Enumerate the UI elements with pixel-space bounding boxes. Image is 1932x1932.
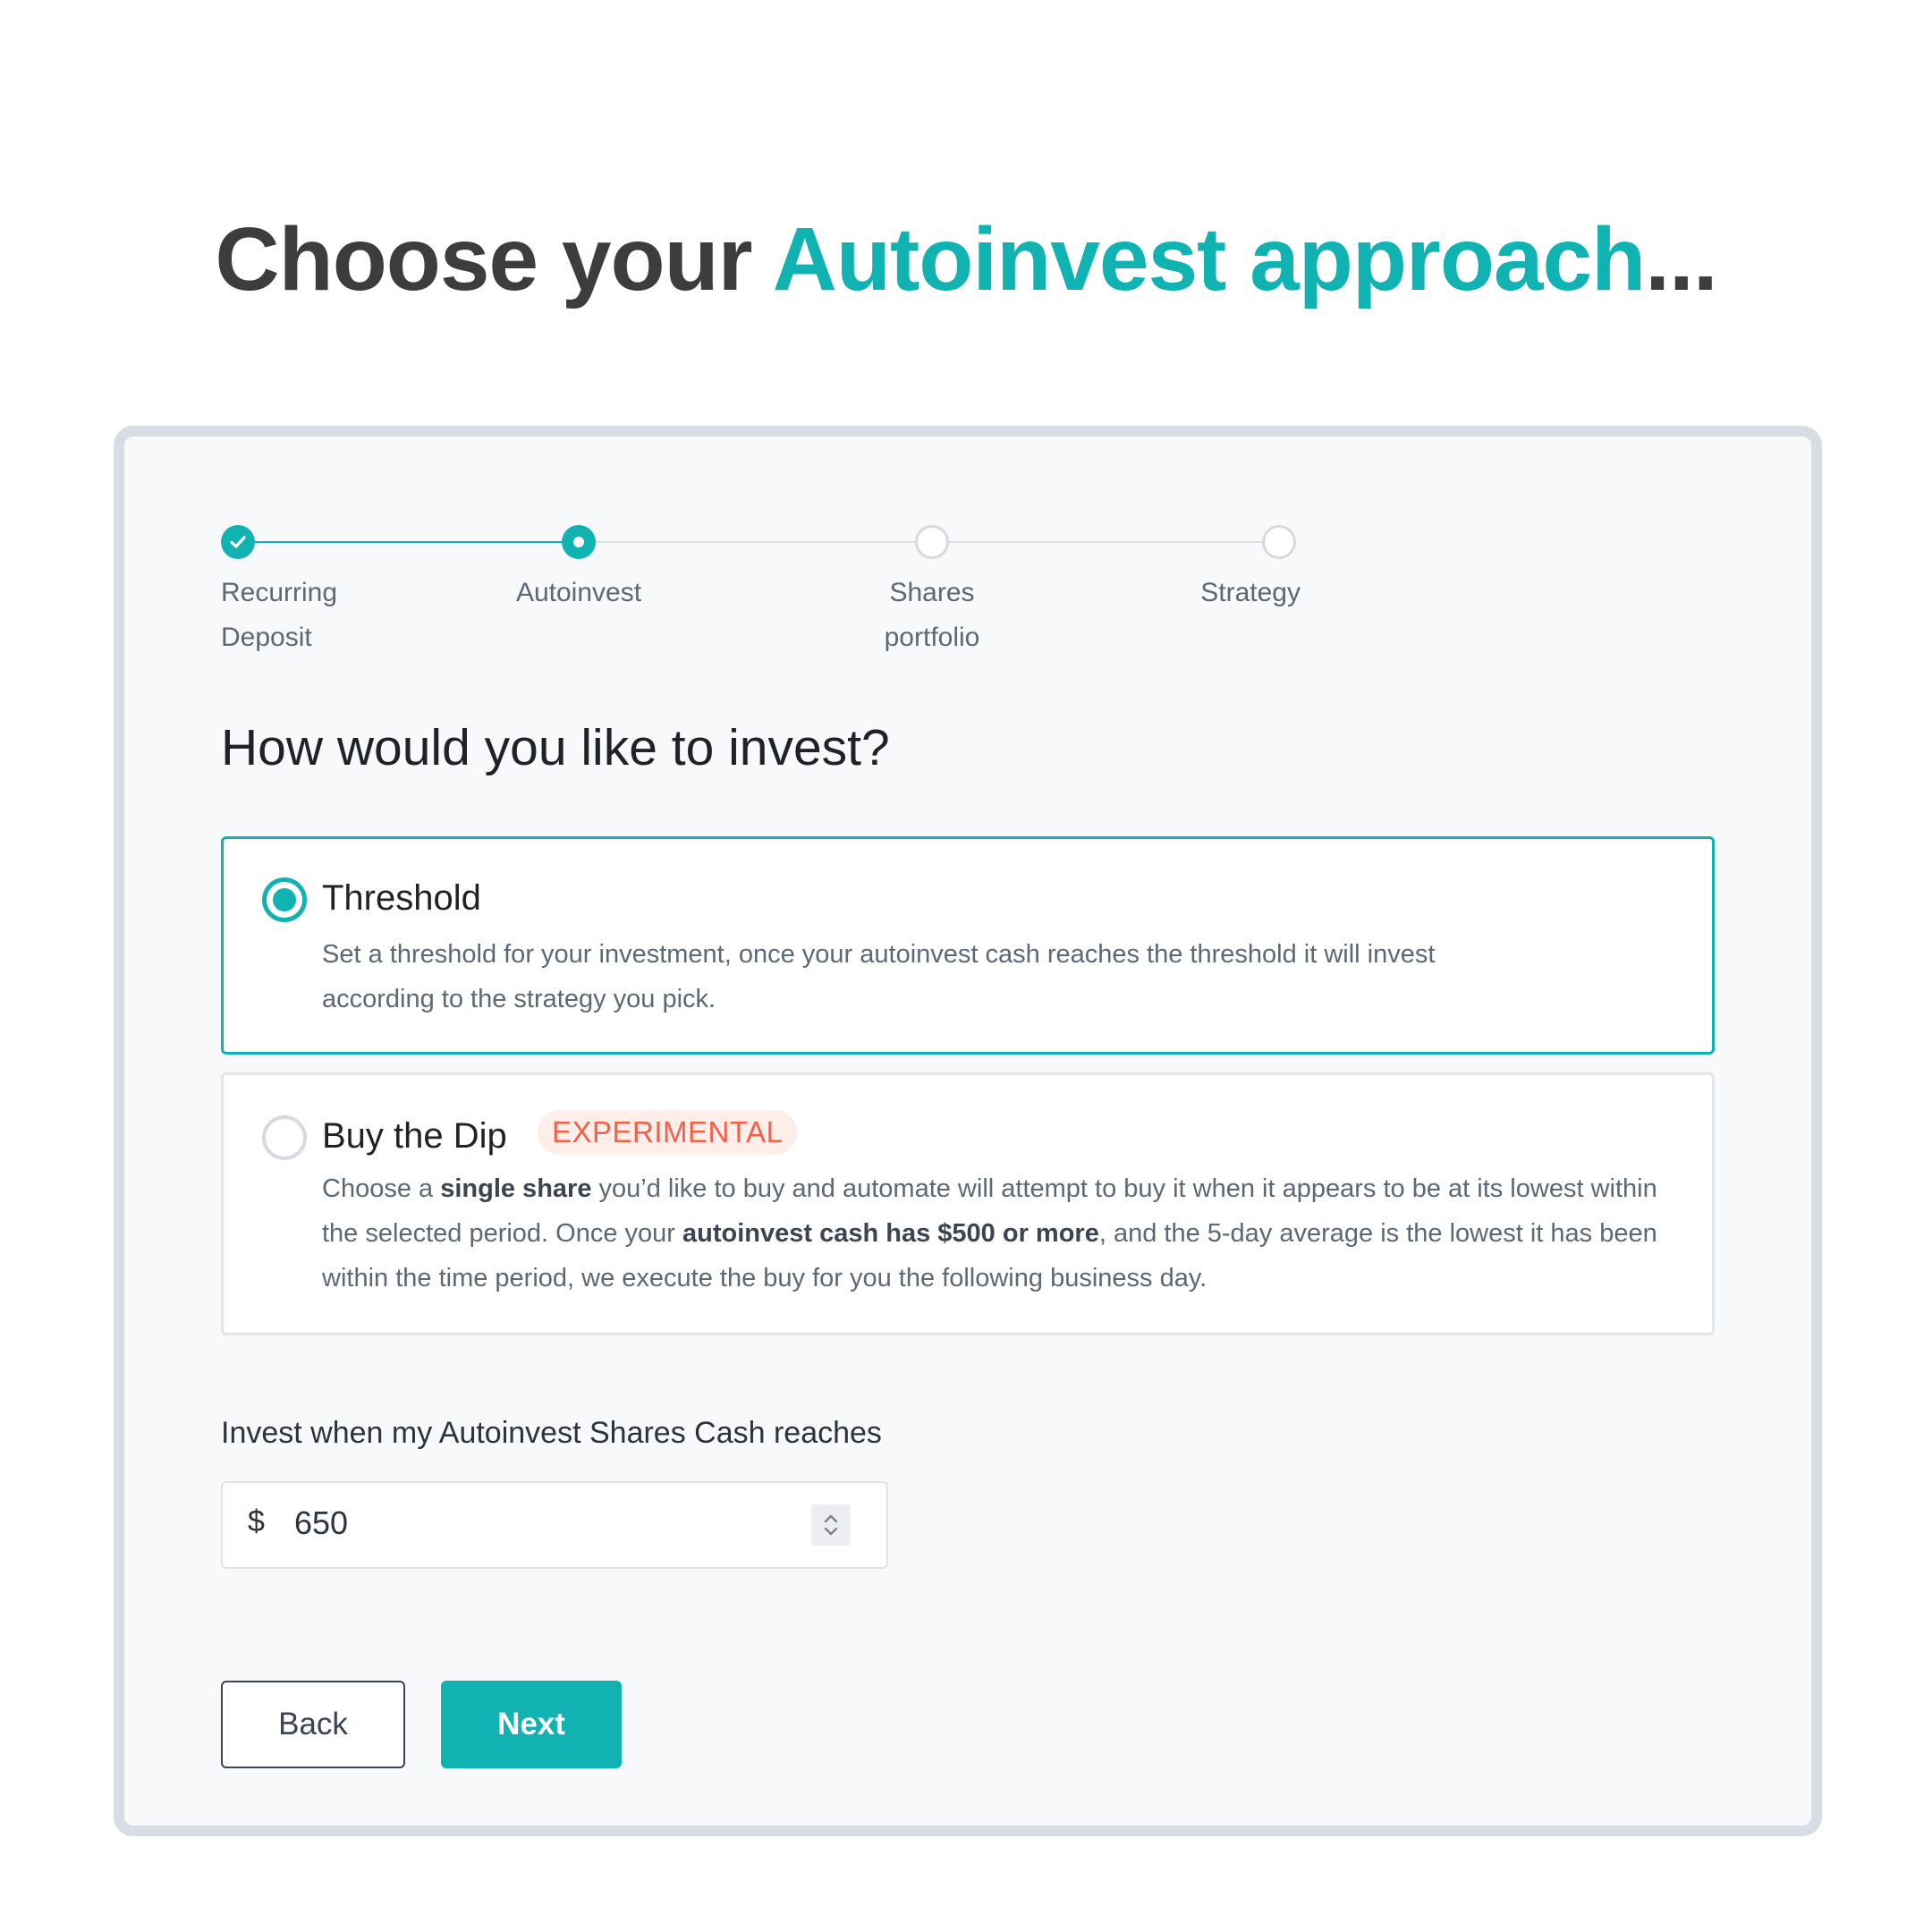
hero-prefix: Choose your — [215, 209, 773, 309]
currency-symbol: $ — [248, 1504, 265, 1538]
stepper-line-upcoming-2 — [932, 541, 1279, 543]
threshold-amount-input[interactable]: $ 650 — [221, 1481, 888, 1569]
option-buy-the-dip-description: Choose a single share you’d like to buy … — [322, 1174, 1657, 1292]
step-dot-autoinvest[interactable] — [562, 525, 596, 559]
threshold-amount-value[interactable]: 650 — [294, 1504, 348, 1542]
option-buy-the-dip[interactable]: Buy the Dip EXPERIMENTAL Choose a single… — [221, 1072, 1715, 1335]
stepper-line-upcoming-1 — [579, 541, 932, 543]
step-label-shares-portfolio: Shares portfolio — [884, 578, 980, 652]
option-threshold-description: Set a threshold for your investment, onc… — [322, 940, 1436, 1013]
hero-accent: Autoinvest approach — [772, 209, 1647, 309]
radio-selected-dot — [273, 888, 296, 911]
next-button[interactable]: Next — [441, 1681, 622, 1768]
option-threshold[interactable]: Threshold Set a threshold for your inves… — [221, 836, 1715, 1055]
progress-stepper: Recurring Deposit Autoinvest Shares port… — [124, 436, 1811, 705]
autoinvest-setup-card: Recurring Deposit Autoinvest Shares port… — [114, 426, 1822, 1836]
step-label-autoinvest: Autoinvest — [515, 578, 642, 607]
question-heading: How would you like to invest? — [221, 719, 890, 776]
back-button[interactable]: Back — [221, 1681, 405, 1768]
buy-the-dip-radio[interactable] — [262, 1115, 307, 1160]
number-stepper[interactable] — [811, 1504, 851, 1546]
current-step-indicator — [573, 537, 584, 547]
hero-heading: Choose your Autoinvest approach... — [0, 210, 1932, 309]
page: Choose your Autoinvest approach... Recur… — [0, 0, 1932, 1932]
experimental-badge: EXPERIMENTAL — [538, 1110, 798, 1155]
option-threshold-title: Threshold — [322, 878, 481, 918]
threshold-radio[interactable] — [262, 877, 307, 922]
stepper-line-completed — [238, 541, 579, 543]
chevron-down-icon[interactable] — [822, 1525, 840, 1538]
step-dot-shares-portfolio — [915, 525, 949, 559]
chevron-up-icon[interactable] — [822, 1513, 840, 1525]
step-label-recurring-deposit: Recurring Deposit — [221, 578, 338, 652]
option-buy-the-dip-title: Buy the Dip — [322, 1116, 507, 1156]
hero-suffix: ... — [1645, 209, 1717, 309]
step-label-strategy: Strategy — [1200, 578, 1301, 607]
threshold-amount-label: Invest when my Autoinvest Shares Cash re… — [221, 1416, 882, 1450]
step-dot-strategy — [1262, 525, 1296, 559]
step-dot-recurring-deposit[interactable] — [221, 525, 255, 559]
checkmark-icon — [230, 536, 246, 548]
